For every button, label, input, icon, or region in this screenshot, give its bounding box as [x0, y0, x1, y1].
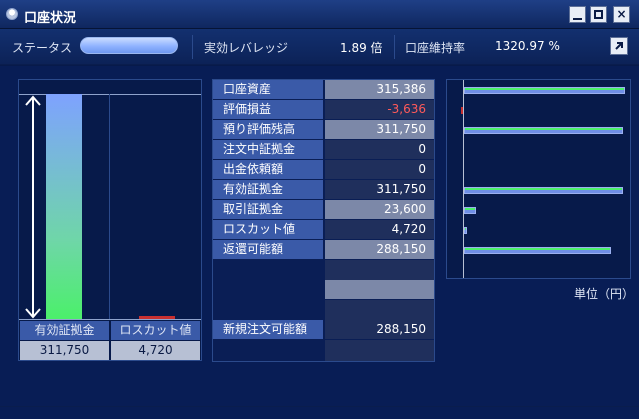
new-order-label: 新規注文可能額: [213, 320, 323, 339]
maintenance-rate-value: 1320.97 %: [495, 39, 560, 53]
table-row: 返還可能額 288,150: [213, 240, 434, 259]
minimize-button[interactable]: [569, 6, 586, 23]
spacer: [325, 340, 434, 361]
row-value: 288,150: [325, 240, 434, 259]
value-bar: [464, 247, 611, 254]
value-bar: [464, 87, 625, 94]
double-arrow-icon: [25, 95, 41, 319]
new-order-value: 288,150: [325, 320, 434, 339]
spacer: [325, 260, 434, 280]
spacer: [325, 300, 434, 320]
window-icon: [6, 8, 18, 20]
value-bar: [461, 107, 463, 114]
row-label: 有効証拠金: [213, 180, 323, 199]
maintenance-rate-label: 口座維持率: [405, 41, 466, 55]
table-row: 評価損益 -3,636: [213, 100, 434, 119]
bar-graph-panel: [446, 79, 631, 279]
expand-button[interactable]: [610, 37, 628, 55]
value-bar: [464, 227, 467, 234]
divider: [192, 35, 193, 59]
row-value: 23,600: [325, 200, 434, 219]
row-value: -3,636: [325, 100, 434, 119]
effective-margin-value: 311,750: [20, 341, 109, 360]
row-label: 口座資産: [213, 80, 323, 99]
status-bar: ステータス 実効レバレッジ 1.89 倍 口座維持率 1320.97 %: [0, 29, 639, 65]
row-label: 評価損益: [213, 100, 323, 119]
row-label: 預り評価残高: [213, 120, 323, 139]
row-label: 出金依頼額: [213, 160, 323, 179]
row-value: 311,750: [325, 180, 434, 199]
close-icon: ×: [616, 7, 627, 21]
row-value: 0: [325, 160, 434, 179]
value-bar: [464, 127, 623, 134]
account-table: 口座資産 315,386 評価損益 -3,636 預り評価残高 311,750 …: [212, 79, 435, 362]
row-value: 4,720: [325, 220, 434, 239]
status-indicator: [80, 37, 178, 54]
footer-bar: [0, 406, 639, 419]
close-button[interactable]: ×: [613, 6, 630, 23]
effective-margin-bar: [46, 94, 82, 319]
table-row: 新規注文可能額 288,150: [213, 320, 434, 339]
divider: [394, 35, 395, 59]
table-row: 口座資産 315,386: [213, 80, 434, 99]
maximize-icon: [594, 10, 603, 19]
row-value: 311,750: [325, 120, 434, 139]
table-row: 有効証拠金 311,750: [213, 180, 434, 199]
row-label: 注文中証拠金: [213, 140, 323, 159]
margin-comparison-panel: 有効証拠金 ロスカット値 311,750 4,720: [18, 79, 202, 361]
column-divider: [109, 94, 110, 320]
row-label: 返還可能額: [213, 240, 323, 259]
value-bar: [464, 187, 623, 194]
minimize-icon: [573, 18, 582, 20]
baseline: [19, 319, 201, 320]
window-title: 口座状況: [24, 11, 77, 26]
table-row: 預り評価残高 311,750: [213, 120, 434, 139]
main-area: 有効証拠金 ロスカット値 311,750 4,720 口座資産 315,386 …: [0, 66, 639, 406]
table-row: 出金依頼額 0: [213, 160, 434, 179]
row-label: 取引証拠金: [213, 200, 323, 219]
losscut-value: 4,720: [111, 341, 200, 360]
leverage-label: 実効レバレッジ: [204, 41, 289, 55]
row-value: 0: [325, 140, 434, 159]
unit-label: 単位（円）: [574, 287, 635, 301]
effective-margin-header: 有効証拠金: [20, 321, 109, 340]
expand-arrow-icon: [615, 42, 623, 50]
title-bar: 口座状況 ×: [0, 0, 639, 29]
table-row: 取引証拠金 23,600: [213, 200, 434, 219]
table-row: ロスカット値 4,720: [213, 220, 434, 239]
losscut-header: ロスカット値: [111, 321, 200, 340]
row-value: 315,386: [325, 80, 434, 99]
maximize-button[interactable]: [590, 6, 607, 23]
value-bar: [464, 207, 476, 214]
table-row: 注文中証拠金 0: [213, 140, 434, 159]
status-label: ステータス: [12, 41, 73, 55]
leverage-value: 1.89 倍: [340, 41, 383, 55]
row-label: ロスカット値: [213, 220, 323, 239]
empty-cell: [325, 280, 434, 299]
